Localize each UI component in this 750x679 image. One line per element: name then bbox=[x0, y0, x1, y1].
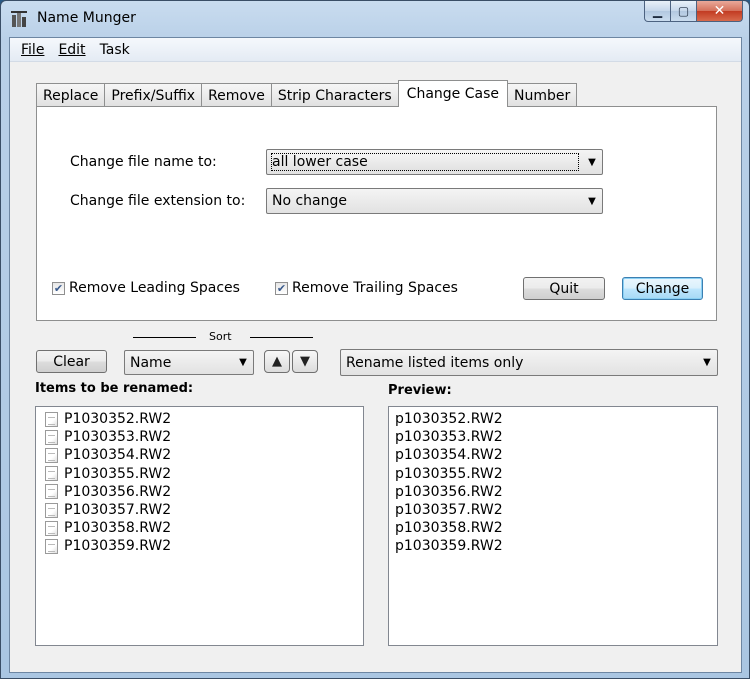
remove-leading-spaces-checkbox[interactable]: ✔ Remove Leading Spaces bbox=[52, 280, 240, 296]
file-icon bbox=[45, 502, 58, 518]
list-item[interactable]: P1030358.RW2 bbox=[36, 519, 363, 537]
change-button[interactable]: Change bbox=[622, 277, 703, 300]
sort-ascending-button[interactable]: ▲ bbox=[264, 350, 290, 373]
file-name-case-value: all lower case bbox=[271, 153, 579, 171]
sort-select[interactable]: Name ▼ bbox=[124, 350, 254, 375]
file-icon bbox=[45, 429, 58, 445]
file-icon bbox=[45, 538, 58, 554]
change-case-panel: Change file name to: all lower case ▼ Ch… bbox=[36, 106, 717, 321]
file-icon bbox=[45, 411, 58, 427]
remove-trailing-spaces-checkbox[interactable]: ✔ Remove Trailing Spaces bbox=[275, 280, 458, 296]
checkmark-icon: ✔ bbox=[52, 281, 65, 295]
maximize-icon: ▢ bbox=[677, 4, 690, 18]
minimize-button[interactable]: ▁ bbox=[644, 1, 671, 22]
file-icon bbox=[45, 447, 58, 463]
list-item[interactable]: P1030356.RW2 bbox=[36, 483, 363, 501]
list-item[interactable]: P1030352.RW2 bbox=[36, 410, 363, 428]
list-item[interactable]: P1030354.RW2 bbox=[36, 446, 363, 464]
divider bbox=[133, 337, 196, 338]
items-list[interactable]: P1030352.RW2 P1030353.RW2 P1030354.RW2 P… bbox=[35, 406, 364, 646]
tab-strip-characters[interactable]: Strip Characters bbox=[270, 83, 399, 107]
list-item: p1030352.RW2 bbox=[395, 411, 503, 428]
app-window: Name Munger ▁ ▢ ✕ File Edit Task Replace… bbox=[0, 0, 750, 679]
close-button[interactable]: ✕ bbox=[697, 1, 743, 22]
rename-scope-select[interactable]: Rename listed items only ▼ bbox=[340, 349, 718, 376]
clear-button[interactable]: Clear bbox=[36, 350, 107, 373]
remove-leading-spaces-label: Remove Leading Spaces bbox=[69, 280, 240, 296]
tab-prefix-suffix[interactable]: Prefix/Suffix bbox=[104, 83, 203, 107]
chevron-down-icon: ▼ bbox=[703, 357, 711, 368]
tab-strip: Replace Prefix/Suffix Remove Strip Chara… bbox=[36, 80, 578, 107]
preview-label: Preview: bbox=[388, 383, 452, 398]
sort-descending-button[interactable]: ▼ bbox=[292, 350, 318, 373]
list-item[interactable]: P1030357.RW2 bbox=[36, 501, 363, 519]
remove-trailing-spaces-label: Remove Trailing Spaces bbox=[292, 280, 458, 296]
list-item: p1030356.RW2 bbox=[395, 483, 503, 500]
close-icon: ✕ bbox=[713, 3, 726, 19]
list-item[interactable]: P1030355.RW2 bbox=[36, 465, 363, 483]
chevron-down-icon: ▼ bbox=[588, 195, 596, 207]
list-item: p1030354.RW2 bbox=[395, 447, 503, 464]
window-controls: ▁ ▢ ✕ bbox=[644, 1, 743, 22]
arrow-up-icon: ▲ bbox=[272, 354, 282, 369]
sort-label: Sort bbox=[209, 330, 232, 343]
arrow-down-icon: ▼ bbox=[300, 354, 310, 369]
minimize-icon: ▁ bbox=[652, 4, 663, 18]
preview-list[interactable]: p1030352.RW2 p1030353.RW2 p1030354.RW2 p… bbox=[388, 406, 718, 646]
menu-bar: File Edit Task bbox=[10, 38, 741, 62]
menu-task[interactable]: Task bbox=[93, 42, 137, 58]
items-to-rename-label: Items to be renamed: bbox=[35, 381, 194, 396]
list-item: p1030357.RW2 bbox=[395, 502, 503, 519]
file-icon bbox=[45, 484, 58, 500]
chevron-down-icon: ▼ bbox=[239, 357, 247, 368]
maximize-button[interactable]: ▢ bbox=[671, 1, 697, 22]
menu-edit[interactable]: Edit bbox=[51, 42, 92, 58]
tab-remove[interactable]: Remove bbox=[201, 83, 272, 107]
list-item: p1030358.RW2 bbox=[395, 520, 503, 537]
list-item[interactable]: P1030359.RW2 bbox=[36, 537, 363, 555]
client-area: File Edit Task Replace Prefix/Suffix Rem… bbox=[9, 37, 742, 673]
quit-button[interactable]: Quit bbox=[523, 277, 605, 300]
file-name-label: Change file name to: bbox=[70, 154, 217, 170]
window-title: Name Munger bbox=[37, 10, 136, 26]
list-item: p1030353.RW2 bbox=[395, 429, 503, 446]
sort-value: Name bbox=[130, 354, 172, 371]
divider bbox=[250, 337, 313, 338]
tab-change-case[interactable]: Change Case bbox=[397, 80, 508, 107]
file-extension-case-select[interactable]: No change ▼ bbox=[266, 188, 603, 214]
file-icon bbox=[45, 520, 58, 536]
rename-scope-value: Rename listed items only bbox=[346, 354, 524, 371]
list-item: p1030359.RW2 bbox=[395, 538, 503, 555]
sort-group: Sort bbox=[133, 330, 313, 344]
list-item: p1030355.RW2 bbox=[395, 465, 503, 482]
checkmark-icon: ✔ bbox=[275, 281, 288, 295]
title-bar[interactable]: Name Munger ▁ ▢ ✕ bbox=[1, 1, 749, 37]
file-extension-label: Change file extension to: bbox=[70, 193, 246, 209]
menu-file[interactable]: File bbox=[14, 42, 51, 58]
list-item[interactable]: P1030353.RW2 bbox=[36, 428, 363, 446]
file-extension-case-value: No change bbox=[272, 193, 348, 209]
tab-number[interactable]: Number bbox=[506, 83, 578, 107]
tab-replace[interactable]: Replace bbox=[36, 83, 106, 107]
chevron-down-icon: ▼ bbox=[588, 156, 596, 168]
file-icon bbox=[45, 466, 58, 482]
app-icon bbox=[11, 11, 27, 27]
file-name-case-select[interactable]: all lower case ▼ bbox=[266, 149, 603, 175]
